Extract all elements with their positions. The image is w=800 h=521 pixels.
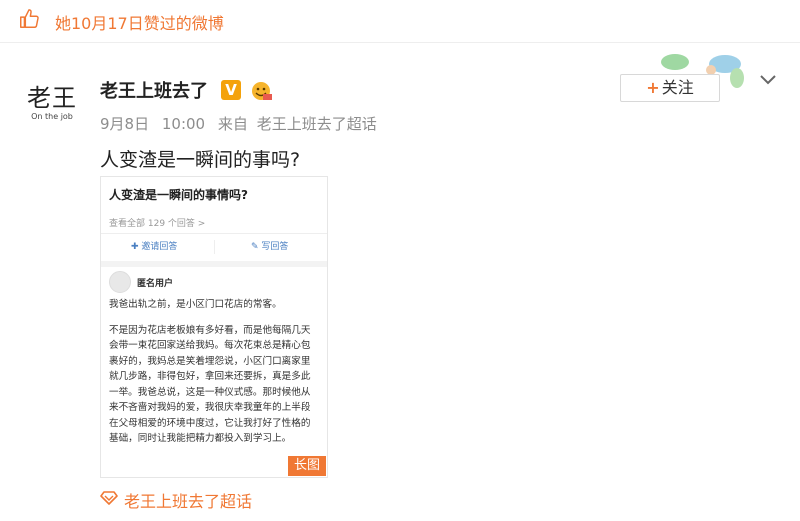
verified-badge: V bbox=[221, 80, 241, 100]
follow-button-label: 关注 bbox=[661, 78, 694, 97]
answer-paragraph: 我爸出轨之前，是小区门口花店的常客。 bbox=[109, 299, 282, 310]
card-invite-answer: ✚ 邀请回答 bbox=[131, 239, 177, 252]
card-write-answer: ✎ 写回答 bbox=[251, 239, 288, 252]
post-source-prefix: 来自 bbox=[217, 115, 248, 133]
avatar-subtitle: On the job bbox=[31, 112, 73, 121]
anonymous-user-name: 匿名用户 bbox=[137, 279, 174, 289]
question-card[interactable]: 人变渣是一瞬间的事情吗? 查看全部 129 个回答 > ✚ 邀请回答 ✎ 写回答… bbox=[100, 176, 328, 478]
liked-activity-bar: 她10月17日赞过的微博 bbox=[0, 0, 800, 43]
card-actions: ✚ 邀请回答 ✎ 写回答 bbox=[101, 234, 327, 260]
avatar[interactable]: 老王 On the job bbox=[22, 84, 82, 132]
card-invite-label: 邀请回答 bbox=[141, 242, 178, 252]
anonymous-avatar bbox=[109, 271, 131, 293]
follow-button[interactable]: + 关注 bbox=[620, 74, 720, 102]
emoji-badge-icon bbox=[252, 82, 272, 100]
answer-text: 我爸出轨之前，是小区门口花店的常客。 不是因为花店老板娘有多好看，而是他每隔几天… bbox=[109, 297, 319, 457]
chevron-down-icon[interactable] bbox=[758, 72, 778, 88]
edit-icon: ✎ bbox=[251, 242, 259, 252]
user-plus-icon: ✚ bbox=[131, 242, 139, 252]
thumbs-up-icon bbox=[20, 9, 39, 28]
super-topic-icon bbox=[100, 491, 118, 505]
post-source[interactable]: 老王上班去了超话 bbox=[257, 115, 377, 133]
divider bbox=[214, 240, 215, 254]
card-write-label: 写回答 bbox=[261, 242, 289, 252]
post-time[interactable]: 10:00 bbox=[162, 115, 205, 133]
long-image-badge: 长图 bbox=[288, 456, 326, 476]
author-name[interactable]: 老王上班去了 bbox=[100, 77, 208, 103]
post-date[interactable]: 9月8日 bbox=[100, 115, 149, 133]
post-text: 人变渣是一瞬间的事吗? bbox=[100, 149, 301, 171]
liked-activity-text: 她10月17日赞过的微博 bbox=[55, 14, 224, 33]
card-view-all: 查看全部 129 个回答 > bbox=[109, 219, 206, 229]
super-topic-label: 老王上班去了超话 bbox=[124, 492, 253, 511]
divider bbox=[101, 261, 327, 267]
answer-paragraph: 不是因为花店老板娘有多好看，而是他每隔几天会带一束花回家送给我妈。每次花束总是精… bbox=[109, 324, 311, 445]
plus-icon: + bbox=[646, 78, 660, 97]
avatar-title: 老王 bbox=[27, 84, 77, 112]
card-question-title: 人变渣是一瞬间的事情吗? bbox=[109, 188, 248, 202]
post-meta: 9月8日 10:00 来自 老王上班去了超话 bbox=[100, 113, 385, 134]
